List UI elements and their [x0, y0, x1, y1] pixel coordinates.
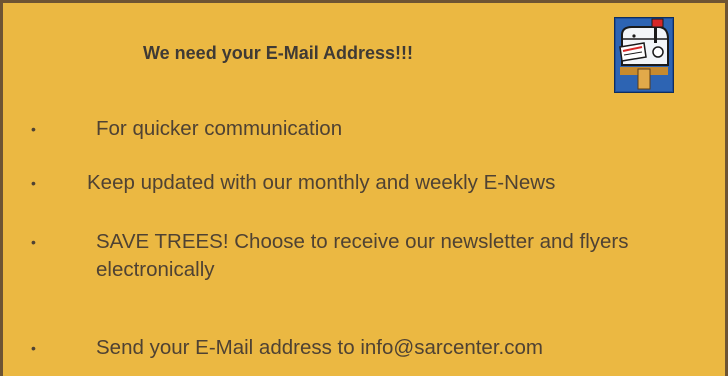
email-notice-panel: We need your E-Mail Address!!! • For qui… [0, 0, 728, 376]
list-item-text: Send your E-Mail address to info@sarcent… [96, 336, 543, 359]
bullet-icon: • [31, 340, 36, 356]
list-item-text: For quicker communication [96, 117, 343, 140]
list-item-text: SAVE TREES! Choose to receive our newsle… [96, 230, 629, 281]
bullet-icon: • [31, 175, 36, 191]
list-item-text: Keep updated with our monthly and weekly… [87, 171, 556, 194]
bullet-icon: • [31, 234, 36, 250]
bullet-icon: • [31, 121, 36, 137]
mailbox-icon [614, 17, 674, 93]
panel-heading: We need your E-Mail Address!!! [143, 43, 414, 63]
